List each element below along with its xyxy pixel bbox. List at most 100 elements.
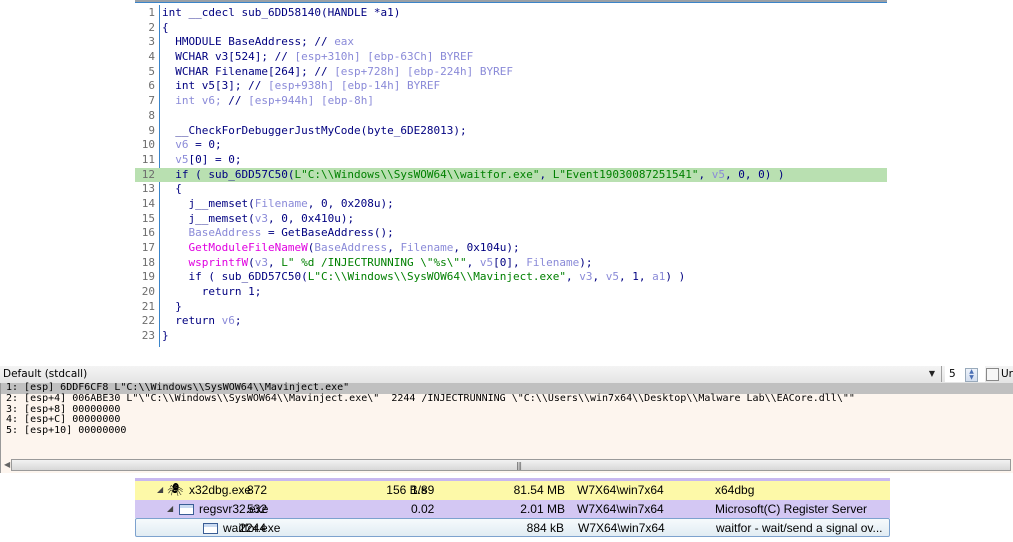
code-token: GetModuleFileNameW [162, 241, 308, 254]
code-line[interactable]: 5 WCHAR Filename[264]; // [esp+728h] [eb… [135, 65, 887, 80]
scroll-left-icon[interactable]: ◀ [4, 460, 10, 469]
code-line[interactable]: 2{ [135, 21, 887, 36]
user-name: W7X64\win7x64 [577, 501, 664, 516]
code-token: HMODULE BaseAddress; // [162, 35, 335, 49]
argument-row[interactable]: 4: [esp+C] 00000000 [1, 415, 1013, 426]
code-line[interactable]: 13 { [135, 182, 887, 197]
code-token: int v6; [162, 94, 229, 108]
code-token: BaseAddress [314, 241, 388, 254]
code-token: return [162, 314, 222, 328]
line-number: 21 [141, 299, 155, 313]
process-row[interactable]: ◢ regsvr32.exe 532 0.02 2.01 MB W7X64\win7x64… [135, 499, 890, 519]
code-token: return 1; [162, 285, 262, 299]
code-token: v3 [254, 211, 268, 225]
code-token: , [565, 270, 580, 284]
calling-convention-select[interactable]: Default (stdcall) ▼ [0, 366, 942, 382]
code-token: ( [248, 255, 255, 269]
code-token: j__memset( [162, 211, 255, 225]
code-token: [esp+938h] [ebp-14h] BYREF [267, 79, 441, 93]
line-number: 1 [148, 6, 155, 19]
argument-row[interactable]: 3: [esp+8] 00000000 [1, 404, 1013, 416]
arg-count-spinner[interactable]: 5 ▲ ▼ [945, 366, 985, 382]
code-token: WCHAR v3[524]; // [162, 50, 295, 64]
code-token: BaseAddress [162, 226, 262, 240]
line-number: 15 [141, 211, 155, 225]
code-token: a1 [652, 270, 666, 284]
code-token: { [162, 182, 182, 196]
code-token: ; [234, 314, 242, 328]
process-name: x32dbg.exe [189, 483, 252, 497]
description: waitfor - wait/send a signal ov... [716, 521, 883, 535]
code-token: [esp+944h] [ebp-8h] [248, 94, 374, 108]
dropdown-arrow-icon[interactable]: ▼ [929, 366, 935, 382]
code-token: // [228, 94, 249, 108]
code-token: , 0, 0x410u); [267, 211, 355, 225]
code-line[interactable]: 3 HMODULE BaseAddress; // eax [135, 35, 887, 50]
code-line[interactable]: 19 if ( sub_6DD57C50(L"C:\\Windows\\SysW… [135, 270, 887, 285]
scrollbar-thumb[interactable]: ||| [11, 459, 1011, 471]
arguments-list: 1: [esp] 6DDF6CF8 L"C:\\Windows\\SysWOW6… [0, 382, 1013, 458]
code-token: WCHAR Filename[264]; // [162, 64, 335, 78]
code-line[interactable]: 18 wsprintfW(v3, L" %d /INJECTRUNNING \"… [135, 256, 887, 271]
code-token: int v5[3]; // [162, 79, 268, 93]
io-rate: 156 B/s [386, 483, 427, 497]
code-token: j__memset( [162, 196, 255, 210]
code-token: __CheckForDebuggerJustMyCode(byte_6DE280… [162, 123, 467, 137]
window-icon [179, 500, 194, 519]
unlock-label: Ur [1001, 368, 1013, 380]
line-number: 8 [148, 108, 155, 122]
line-number: 22 [141, 314, 155, 328]
code-token: Filename [254, 196, 308, 210]
process-row[interactable]: ◢ 🕷 x32dbg.exe 872 1.89 156 B/s 81.54 MB W7X64\… [135, 481, 890, 500]
pseudocode-view: 1 int __cdecl sub_6DD58140(HANDLE *a1) 2{3… [135, 0, 887, 350]
argument-row[interactable]: 5: [esp+10] 00000000 [1, 425, 1013, 437]
private-bytes: 81.54 MB [513, 483, 565, 497]
code-line[interactable]: 15 j__memset(v3, 0, 0x410u); [135, 212, 887, 227]
code-token: Filename [400, 241, 454, 254]
code-line[interactable]: 17 GetModuleFileNameW(BaseAddress, Filen… [135, 241, 887, 256]
line-number: 9 [148, 123, 155, 137]
horizontal-scrollbar[interactable]: ◀ ||| [0, 458, 1013, 473]
process-tree: ◢ 🕷 x32dbg.exe 872 1.89 156 B/s 81.54 MB W7X64\… [135, 478, 890, 537]
code-line[interactable]: 16 BaseAddress = GetBaseAddress(); [135, 226, 887, 241]
code-token: Filename [526, 255, 580, 269]
code-token: v5 [605, 270, 619, 284]
line-number: 14 [141, 196, 155, 210]
code-line[interactable]: 11 v5[0] = 0; [135, 153, 887, 168]
code-line[interactable]: 21 } [135, 300, 887, 315]
code-line[interactable]: 9 __CheckForDebuggerJustMyCode(byte_6DE2… [135, 124, 887, 139]
line-number: 18 [141, 255, 155, 269]
code-token: = GetBaseAddress(); [261, 226, 394, 240]
argument-row[interactable]: 2: [esp+4] 006ABE30 L"\"C:\\Windows\\Sys… [1, 393, 1013, 405]
description: Microsoft(C) Register Server [715, 501, 868, 516]
arg-count-value[interactable]: 5 [949, 366, 956, 382]
pid: 532 [246, 501, 267, 516]
code-line[interactable]: 4 WCHAR v3[524]; // [esp+310h] [ebp-63Ch… [135, 50, 887, 65]
process-row[interactable]: waitfor.exe 2244 884 kB W7X64\win7x64 waitfo… [135, 518, 890, 537]
code-token: { [162, 20, 169, 34]
code-line[interactable]: 22 return v6; [135, 314, 887, 329]
pid: 872 [246, 483, 267, 497]
code-token: , [466, 255, 480, 269]
code-line[interactable]: 14 j__memset(Filename, 0, 0x208u); [135, 197, 887, 212]
code-line[interactable]: 1 int __cdecl sub_6DD58140(HANDLE *a1) [135, 6, 887, 21]
unlock-checkbox[interactable] [986, 368, 999, 381]
code-token: } [162, 329, 169, 343]
expand-triangle-icon[interactable]: ◢ [167, 500, 173, 519]
expand-triangle-icon[interactable]: ◢ [157, 481, 163, 500]
line-number: 2 [148, 20, 155, 34]
code-token: , [539, 167, 553, 181]
code-line[interactable]: 7 int v6; // [esp+944h] [ebp-8h] [135, 94, 887, 109]
cpu: 0.02 [411, 501, 435, 516]
code-line[interactable]: 10 v6 = 0; [135, 138, 887, 153]
calling-convention-value: Default (stdcall) [3, 368, 88, 380]
code-line[interactable]: 23} [135, 329, 887, 344]
code-token: = 0; [188, 138, 222, 152]
code-line[interactable]: 12 if ( sub_6DD57C50(L"C:\\Windows\\SysW… [135, 167, 887, 183]
code-line[interactable]: 6 int v5[3]; // [esp+938h] [ebp-14h] BYR… [135, 79, 887, 94]
code-token: wsprintfW [162, 255, 249, 269]
code-line[interactable]: 20 return 1; [135, 285, 887, 300]
code-line[interactable]: 8 [135, 109, 887, 124]
spin-updown-icon[interactable]: ▲ ▼ [965, 368, 978, 382]
line-number: 19 [141, 270, 155, 284]
